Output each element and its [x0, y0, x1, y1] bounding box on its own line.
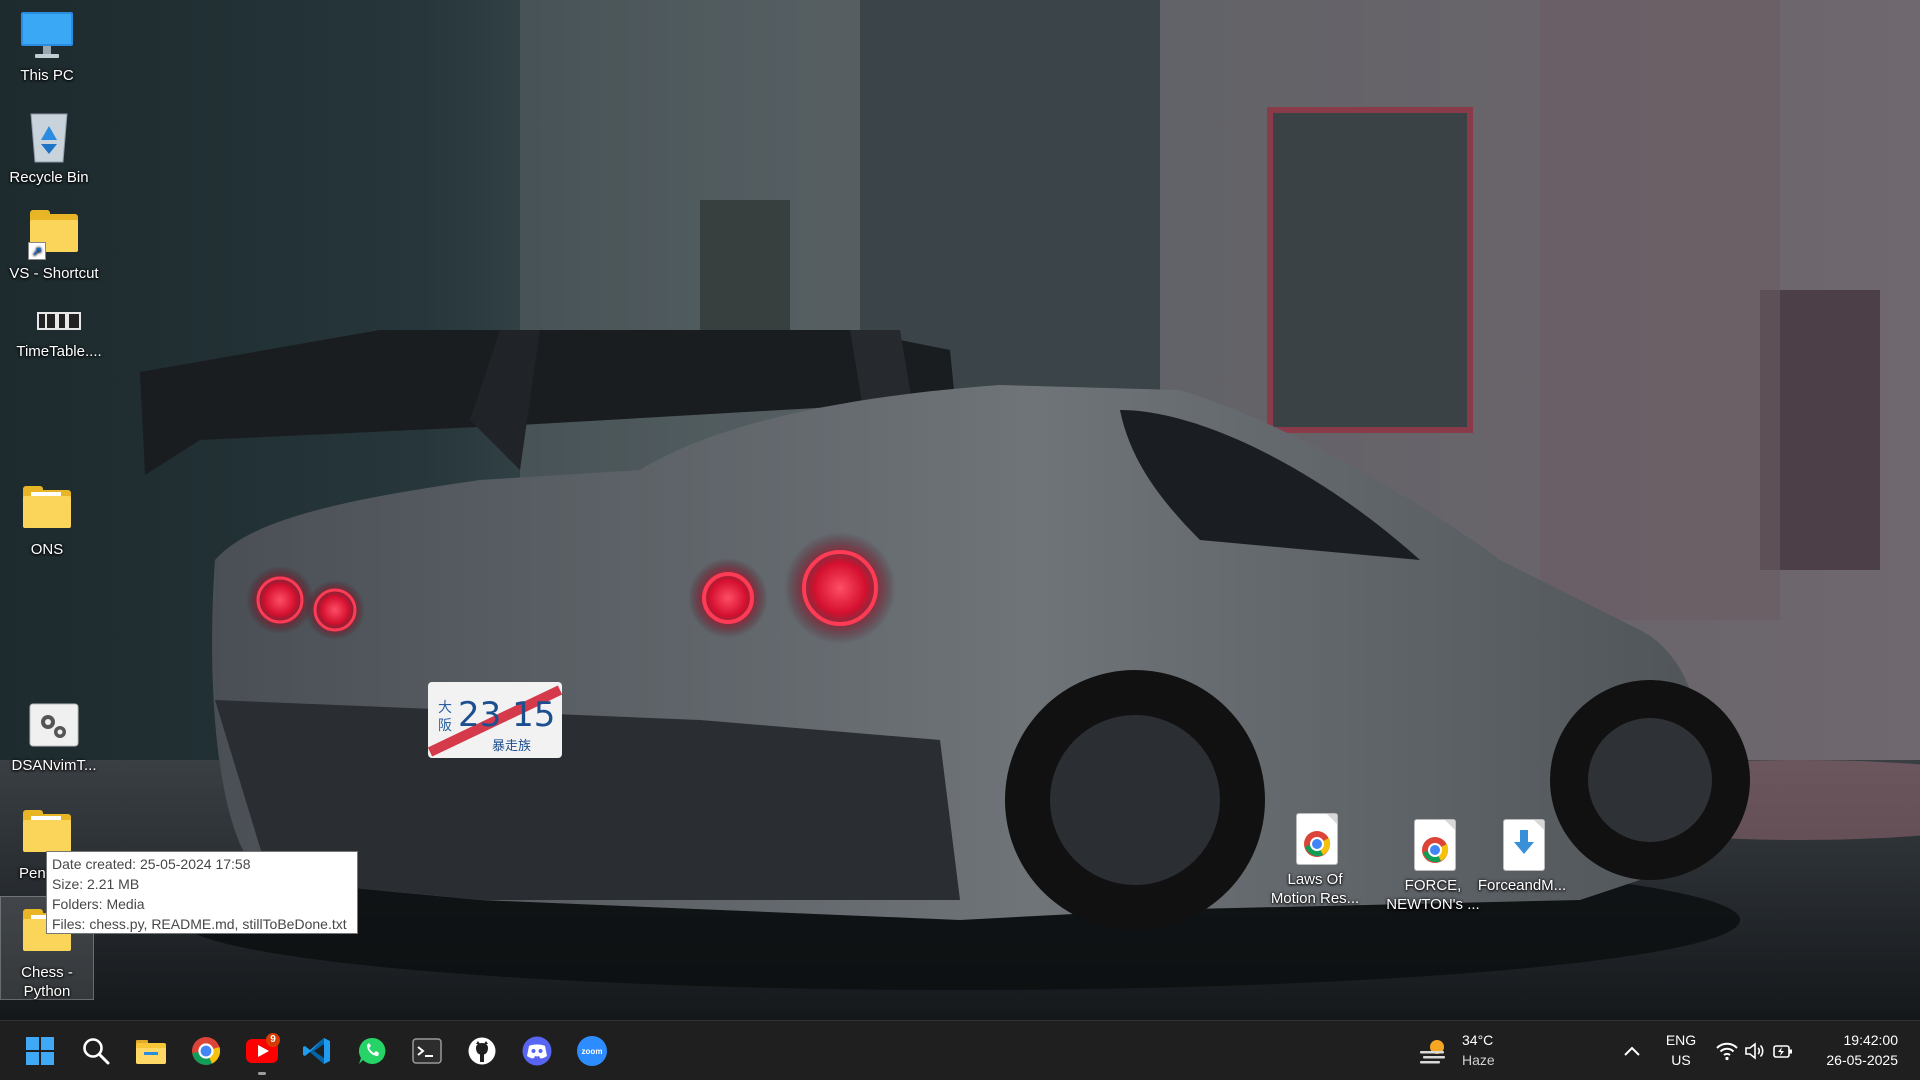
desktop-icon-label-line2: Motion Res...	[1270, 890, 1360, 907]
quick-settings-button[interactable]	[1716, 1029, 1794, 1073]
monitor-icon	[19, 8, 75, 62]
desktop-icon-laws-of-motion[interactable]: Laws Of Motion Res...	[1267, 812, 1363, 908]
terminal-icon	[412, 1038, 442, 1064]
settings-file-icon	[26, 698, 82, 752]
desktop-icon-recycle-bin[interactable]: Recycle Bin	[1, 110, 97, 187]
desktop-icon-label: VS - Shortcut	[9, 265, 99, 282]
start-button[interactable]	[18, 1029, 62, 1073]
plate-kana: 暴走族	[492, 738, 531, 754]
desktop-icon-label: Recycle Bin	[9, 169, 89, 186]
taskbar-whatsapp[interactable]	[350, 1029, 394, 1073]
taskbar: 9 zoom 34°C Haze ENG US 19:42:00 26-05-2…	[0, 1020, 1920, 1080]
taskbar-zoom[interactable]: zoom	[570, 1029, 614, 1073]
discord-icon	[522, 1036, 552, 1066]
taskbar-github[interactable]	[460, 1029, 504, 1073]
desktop-icon-timetable[interactable]: TimeTable....	[11, 308, 107, 361]
start-icon	[26, 1037, 54, 1065]
desktop-icon-label: TimeTable....	[16, 343, 102, 360]
desktop-icon-dsanvim[interactable]: DSANvimT...	[6, 698, 102, 775]
notification-badge: 9	[266, 1033, 280, 1047]
pdf-file-icon	[1287, 812, 1343, 866]
image-file-icon	[31, 308, 87, 338]
desktop-icon-label-line1: FORCE,	[1404, 877, 1462, 894]
desktop-icon-label-line1: Chess -	[21, 964, 73, 981]
desktop-icon-label-line2: Python	[23, 983, 71, 1000]
plate-number: 23 15	[458, 695, 555, 735]
recycle-bin-icon	[21, 110, 77, 164]
folder-shortcut-icon: ↗	[26, 206, 82, 260]
download-file-icon	[1494, 818, 1550, 872]
taskbar-discord[interactable]	[515, 1029, 559, 1073]
zoom-icon-label: zoom	[582, 1047, 603, 1056]
pdf-file-icon	[1405, 818, 1461, 872]
desktop-icon-force-newton[interactable]: FORCE, NEWTON's ...	[1385, 818, 1481, 914]
battery-charging-icon	[1773, 1045, 1792, 1058]
weather-condition[interactable]: Haze	[1462, 1051, 1495, 1070]
tooltip-files: Files: chess.py, README.md, stillToBeDon…	[52, 916, 347, 932]
tooltip-date-created: Date created: 25-05-2024 17:58	[52, 856, 251, 872]
whatsapp-icon	[358, 1037, 386, 1064]
file-explorer-icon	[136, 1040, 166, 1064]
shortcut-arrow-icon: ↗	[28, 242, 46, 260]
volume-icon	[1745, 1042, 1764, 1060]
desktop-icon-vs-shortcut[interactable]: ↗ VS - Shortcut	[6, 206, 102, 283]
weather-temperature[interactable]: 34°C	[1462, 1031, 1493, 1050]
desktop-icon-forceandm[interactable]: ForceandM...	[1472, 818, 1572, 895]
search-button[interactable]	[74, 1029, 118, 1073]
taskbar-terminal[interactable]	[405, 1029, 449, 1073]
desktop-icon-this-pc[interactable]: This PC	[0, 8, 95, 85]
plate-region-2: 阪	[438, 718, 452, 734]
folder-icon	[19, 482, 75, 536]
desktop-icon-ons[interactable]: ONS	[0, 482, 95, 559]
language-indicator-line2[interactable]: US	[1665, 1051, 1697, 1070]
github-icon	[468, 1037, 496, 1065]
desktop-icon-label: This PC	[20, 67, 74, 84]
taskbar-chrome[interactable]	[184, 1029, 228, 1073]
chevron-up-icon	[1624, 1046, 1640, 1056]
plate-region-1: 大	[438, 700, 452, 716]
vscode-icon	[303, 1038, 330, 1064]
language-indicator-line1[interactable]: ENG	[1665, 1031, 1697, 1050]
desktop-icon-label-line2: NEWTON's ...	[1386, 896, 1480, 913]
taskbar-file-explorer[interactable]	[129, 1029, 173, 1073]
haze-weather-icon	[1420, 1040, 1445, 1064]
zoom-icon: zoom	[577, 1036, 607, 1066]
desktop-icon-label-line1: Laws Of	[1287, 871, 1343, 888]
weather-widget-icon-button[interactable]	[1415, 1029, 1451, 1073]
show-hidden-icons-button[interactable]	[1612, 1029, 1652, 1073]
taskbar-youtube[interactable]: 9	[240, 1029, 284, 1075]
taskbar-vscode[interactable]	[295, 1029, 339, 1073]
folder-info-tooltip: Date created: 25-05-2024 17:58 Size: 2.2…	[46, 851, 358, 934]
clock-time[interactable]: 19:42:00	[1800, 1031, 1899, 1050]
desktop-icon-label: DSANvimT...	[11, 757, 97, 774]
clock-date[interactable]: 26-05-2025	[1800, 1051, 1898, 1070]
search-icon	[83, 1038, 110, 1065]
desktop-icon-label: ForceandM...	[1477, 877, 1567, 894]
wifi-icon	[1716, 1042, 1738, 1061]
chrome-icon	[192, 1037, 221, 1065]
running-indicator	[258, 1072, 266, 1075]
tooltip-folders: Folders: Media	[52, 896, 145, 912]
desktop-icon-label: ONS	[30, 541, 64, 558]
tooltip-size: Size: 2.21 MB	[52, 876, 140, 892]
